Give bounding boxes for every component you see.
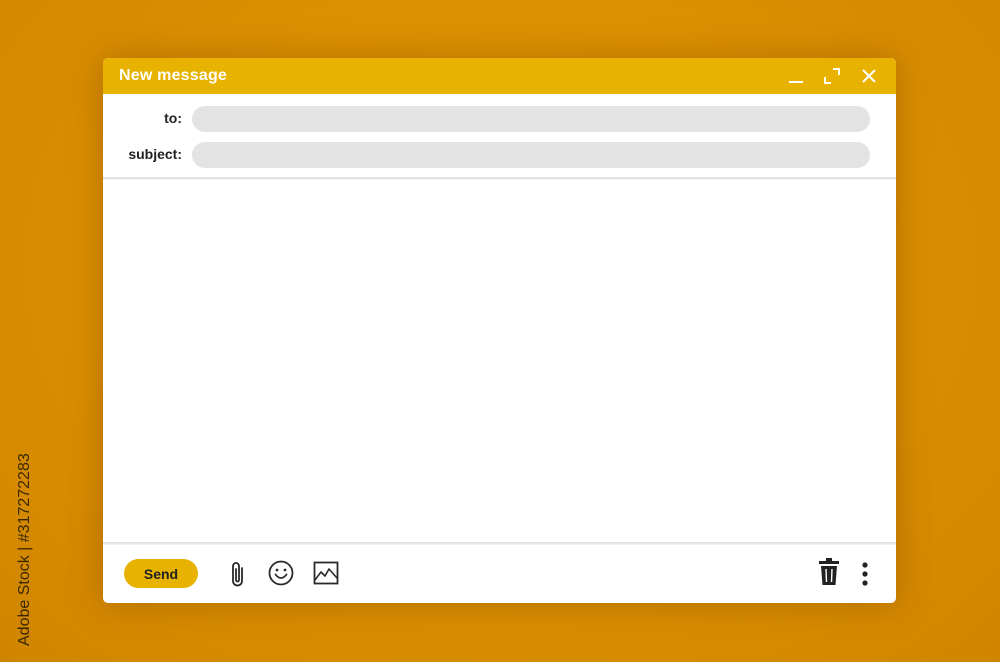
minimize-button[interactable] (786, 66, 806, 86)
emoji-button[interactable] (267, 559, 295, 587)
subject-row: subject: (103, 142, 896, 168)
minimize-icon (789, 81, 803, 83)
to-label: to: (164, 110, 182, 126)
smiley-icon (268, 560, 294, 586)
stock-id-text: Adobe Stock | #317272283 (16, 453, 33, 646)
footer-divider (103, 542, 896, 545)
to-input[interactable] (192, 106, 870, 132)
subject-label: subject: (128, 146, 182, 162)
send-button[interactable]: Send (124, 559, 198, 588)
close-button[interactable] (859, 66, 879, 86)
message-body[interactable] (103, 180, 896, 542)
delete-button[interactable] (818, 557, 840, 587)
window-title: New message (119, 67, 228, 84)
insert-image-button[interactable] (313, 561, 339, 585)
more-options-button[interactable] (858, 561, 872, 587)
subject-input[interactable] (192, 142, 870, 168)
title-bar[interactable]: New message (103, 58, 896, 94)
close-icon (862, 69, 876, 83)
compose-window: New message to: subject: Send (103, 58, 896, 603)
to-row: to: (103, 106, 896, 132)
more-vertical-icon (862, 562, 868, 586)
maximize-icon (824, 68, 840, 84)
maximize-button[interactable] (822, 66, 842, 86)
trash-icon (819, 558, 839, 585)
image-icon (313, 561, 339, 585)
paperclip-icon (232, 562, 243, 587)
attach-button[interactable] (227, 559, 249, 589)
